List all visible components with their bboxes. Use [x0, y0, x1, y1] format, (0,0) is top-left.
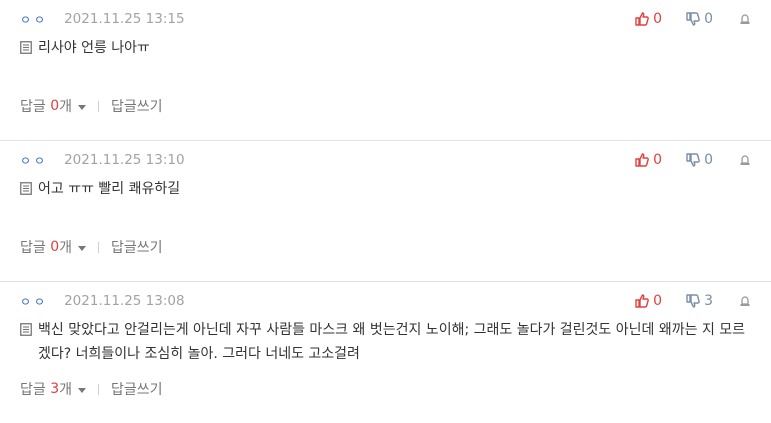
reply-label: 답글 [20, 382, 46, 398]
comment-author[interactable]: ㅇㅇ [20, 11, 48, 28]
thumbs-up-icon [635, 294, 650, 308]
reply-count: 3 [50, 381, 60, 397]
comment-footer: 답글 0개 답글쓰기 [20, 237, 163, 257]
thumbs-up-icon [635, 153, 650, 167]
comment-header: ㅇㅇ 2021.11.25 13:15 0 0 [20, 10, 751, 28]
reply-toggle-button[interactable]: 답글 3개 [20, 379, 87, 399]
like-button[interactable]: 0 [635, 152, 662, 168]
comment-actions: 0 0 [611, 11, 751, 27]
comment-item: ㅇㅇ 2021.11.25 13:08 0 3 백신 맞았다고 안걸리는게 아닌… [0, 282, 771, 423]
comment-body: 어고 ㅠㅠ 빨리 쾌유하길 [20, 177, 751, 201]
siren-icon [740, 14, 750, 24]
divider [98, 241, 100, 253]
comment-text: 어고 ㅠㅠ 빨리 쾌유하길 [38, 181, 181, 197]
comment-date: 2021.11.25 13:08 [64, 293, 185, 309]
comment-author[interactable]: ㅇㅇ [20, 152, 48, 169]
comment-actions: 0 0 [611, 152, 751, 168]
siren-icon [740, 155, 750, 165]
comment-item: ㅇㅇ 2021.11.25 13:15 0 0 리사야 언릉 나아ㅠ 답글 0 … [0, 0, 771, 141]
comment-header: ㅇㅇ 2021.11.25 13:10 0 0 [20, 151, 751, 169]
reply-toggle-button[interactable]: 답글 0개 [20, 96, 87, 116]
divider [98, 383, 100, 395]
dislike-count: 0 [704, 152, 713, 168]
like-count: 0 [653, 293, 663, 309]
like-button[interactable]: 0 [635, 11, 662, 27]
document-icon [20, 182, 32, 195]
reply-unit: 개 [59, 99, 73, 115]
comment-footer: 답글 3개 답글쓰기 [20, 379, 163, 399]
thumbs-down-icon [686, 294, 700, 308]
reply-count: 0 [50, 239, 60, 255]
dislike-button[interactable]: 0 [686, 152, 713, 168]
document-icon [20, 323, 32, 336]
comment-item: ㅇㅇ 2021.11.25 13:10 0 0 어고 ㅠㅠ 빨리 쾌유하길 답글… [0, 141, 771, 282]
like-count: 0 [653, 11, 663, 27]
chevron-down-icon [78, 104, 87, 110]
comment-author[interactable]: ㅇㅇ [20, 293, 48, 310]
comment-body: 백신 맞았다고 안걸리는게 아닌데 자꾸 사람들 마스크 왜 벗는건지 노이해;… [20, 318, 751, 366]
dislike-button[interactable]: 3 [686, 293, 713, 309]
reply-toggle-button[interactable]: 답글 0개 [20, 237, 87, 257]
comment-header: ㅇㅇ 2021.11.25 13:08 0 3 [20, 292, 751, 310]
reply-unit: 개 [59, 382, 73, 398]
comment-body: 리사야 언릉 나아ㅠ [20, 36, 751, 60]
reply-unit: 개 [59, 240, 73, 256]
reply-count: 0 [50, 98, 60, 114]
comment-text: 리사야 언릉 나아ㅠ [38, 40, 150, 56]
document-icon [20, 41, 32, 54]
thumbs-up-icon [635, 12, 650, 26]
dislike-button[interactable]: 0 [686, 11, 713, 27]
report-button[interactable] [739, 295, 751, 307]
dislike-count: 0 [704, 11, 713, 27]
chevron-down-icon [78, 245, 87, 251]
write-reply-button[interactable]: 답글쓰기 [111, 379, 163, 399]
comment-text: 백신 맞았다고 안걸리는게 아닌데 자꾸 사람들 마스크 왜 벗는건지 노이해;… [38, 322, 746, 362]
comment-actions: 0 3 [611, 293, 751, 309]
comment-date: 2021.11.25 13:15 [64, 11, 185, 27]
reply-label: 답글 [20, 99, 46, 115]
comment-date: 2021.11.25 13:10 [64, 152, 185, 168]
thumbs-down-icon [686, 12, 700, 26]
report-button[interactable] [739, 13, 751, 25]
thumbs-down-icon [686, 153, 700, 167]
dislike-count: 3 [704, 293, 713, 309]
write-reply-button[interactable]: 답글쓰기 [111, 96, 163, 116]
comment-list: ㅇㅇ 2021.11.25 13:15 0 0 리사야 언릉 나아ㅠ 답글 0 … [0, 0, 771, 423]
reply-label: 답글 [20, 240, 46, 256]
like-button[interactable]: 0 [635, 293, 662, 309]
write-reply-button[interactable]: 답글쓰기 [111, 237, 163, 257]
comment-footer: 답글 0개 답글쓰기 [20, 96, 163, 116]
siren-icon [740, 296, 750, 306]
chevron-down-icon [78, 387, 87, 393]
like-count: 0 [653, 152, 663, 168]
report-button[interactable] [739, 154, 751, 166]
divider [98, 100, 100, 112]
